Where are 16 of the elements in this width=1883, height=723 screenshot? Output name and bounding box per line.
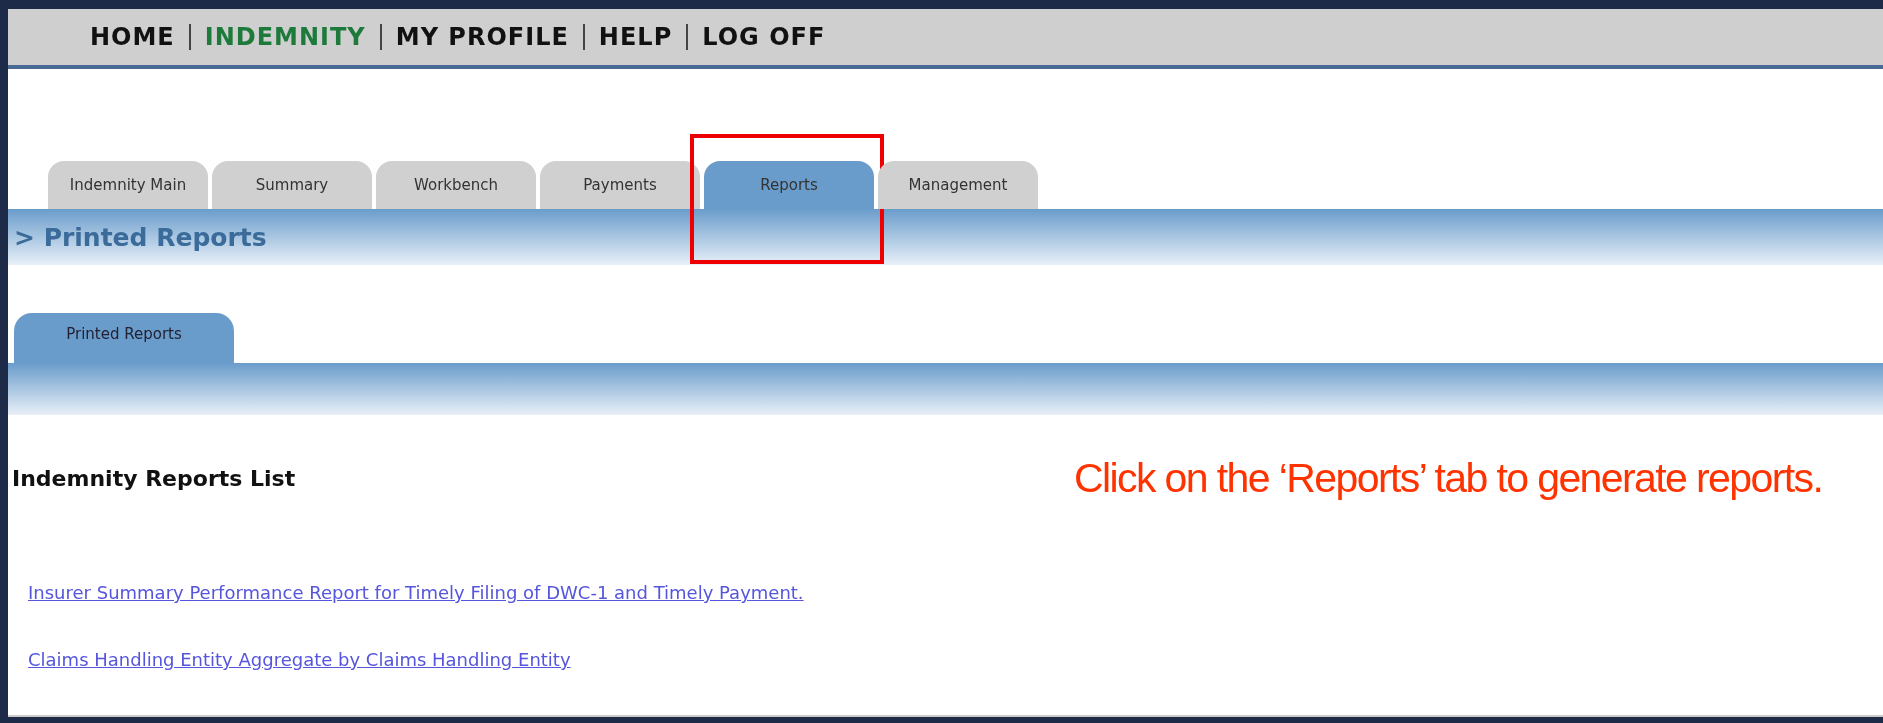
report-link[interactable]: Claims Handling Entity Aggregate by Claims Handling Entity <box>28 649 571 670</box>
nav-link[interactable]: HOME <box>90 23 175 51</box>
tab[interactable]: Printed Reports <box>14 313 234 363</box>
nav-link[interactable]: LOG OFF <box>702 23 826 51</box>
nav-link[interactable]: MY PROFILE <box>395 23 569 51</box>
tab[interactable]: Management <box>878 161 1038 209</box>
tab[interactable]: Reports <box>704 161 874 209</box>
report-link[interactable]: Insurer Summary Performance Report for Timely Filing of DWC-1 and Timely Payment. <box>28 582 804 603</box>
tab[interactable]: Payments <box>540 161 700 209</box>
annotation-text: Click on the ‘Reports’ tab to generate reports. <box>1074 455 1823 502</box>
tab[interactable]: Indemnity Main <box>48 161 208 209</box>
nav-link[interactable]: HELP <box>598 23 673 51</box>
breadcrumb: > Printed Reports <box>13 222 267 252</box>
tab[interactable]: Workbench <box>376 161 536 209</box>
section-heading: Indemnity Reports List <box>12 466 297 491</box>
tab[interactable]: Summary <box>212 161 372 209</box>
